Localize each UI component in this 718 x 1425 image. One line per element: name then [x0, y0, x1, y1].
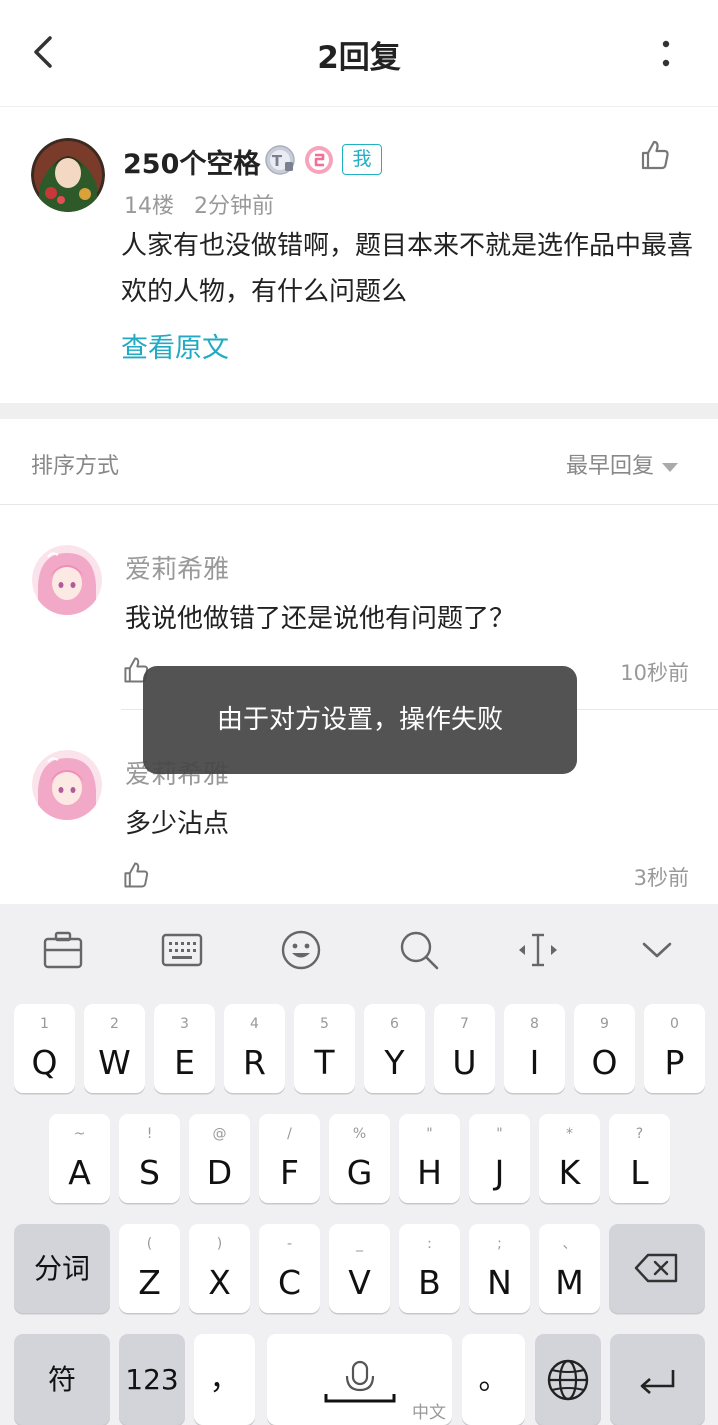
key-s[interactable]: ! S — [119, 1114, 180, 1203]
key-n[interactable]: ; N — [469, 1224, 530, 1313]
key-x[interactable]: ) X — [189, 1224, 250, 1313]
reply-content: 多少沾点 — [125, 809, 230, 839]
input-language-label: 中文 — [412, 1403, 446, 1423]
page-title: 2回复 — [317, 40, 401, 76]
key-g[interactable]: % G — [329, 1114, 390, 1203]
backspace-icon — [634, 1253, 678, 1283]
language-key[interactable] — [535, 1334, 601, 1425]
more-options-icon[interactable] — [648, 34, 684, 74]
key-u[interactable]: 7U — [434, 1004, 495, 1093]
key-p[interactable]: 0P — [644, 1004, 705, 1093]
key-m[interactable]: 、 M — [539, 1224, 600, 1313]
key-k[interactable]: * K — [539, 1114, 600, 1203]
reply-content: 我说他做错了还是说他有问题了？ — [125, 604, 516, 634]
key-z[interactable]: (Z — [119, 1224, 180, 1313]
thumbs-up-icon[interactable] — [121, 860, 151, 890]
key-h[interactable]: " H — [399, 1114, 460, 1203]
key-a[interactable]: ~ A — [49, 1114, 110, 1203]
search-icon[interactable] — [397, 928, 441, 972]
key-e[interactable]: 3E — [154, 1004, 215, 1093]
post-time: 2分钟前 — [194, 194, 274, 219]
numbers-key[interactable]: 123 — [119, 1334, 185, 1425]
avatar[interactable] — [32, 750, 102, 820]
reply-time: 10秒前 — [620, 661, 689, 685]
cursor-move-icon[interactable] — [516, 928, 560, 972]
collapse-keyboard-icon[interactable] — [635, 928, 679, 972]
key-f[interactable]: / F — [259, 1114, 320, 1203]
space-key[interactable]: 中文 — [267, 1334, 452, 1425]
key-c[interactable]: -C — [259, 1224, 320, 1313]
post-content: 人家有也没做错啊，题目本来不就是选作品中最喜欢的人物，有什么问题么 — [121, 231, 694, 307]
level-badge-icon: T — [265, 145, 295, 175]
sort-dropdown[interactable]: 最早回复 — [566, 448, 679, 480]
key-y[interactable]: 6Y — [364, 1004, 425, 1093]
bilibili-badge-icon — [305, 146, 333, 174]
soft-keyboard: 1Q 2W 3E 4R 5T 6Y 7U 8I 9O 0P ~ A ! S @ D /… — [0, 904, 718, 1425]
avatar[interactable] — [31, 138, 105, 212]
enter-icon — [640, 1370, 675, 1394]
section-divider — [0, 403, 718, 419]
sort-value: 最早回复 — [566, 454, 655, 479]
enter-key[interactable] — [610, 1334, 705, 1425]
post-author-name[interactable]: 250个空格 — [123, 142, 260, 181]
avatar[interactable] — [32, 545, 102, 615]
microphone-icon — [324, 1360, 396, 1403]
key-q[interactable]: 1Q — [14, 1004, 75, 1093]
key-t[interactable]: 5T — [294, 1004, 355, 1093]
key-o[interactable]: 9O — [574, 1004, 635, 1093]
comma-key[interactable]: ， — [194, 1334, 255, 1425]
view-original-link[interactable]: 查看原文 — [121, 326, 229, 365]
segment-key[interactable]: 分词 — [14, 1224, 110, 1313]
key-l[interactable]: ? L — [609, 1114, 670, 1203]
emoji-icon[interactable] — [279, 928, 323, 972]
reply-author-name[interactable]: 爱莉希雅 — [125, 549, 229, 586]
toast-message: 由于对方设置，操作失败 — [143, 666, 577, 774]
me-badge: 我 — [342, 144, 382, 175]
sort-label: 排序方式 — [31, 454, 120, 479]
thumbs-up-icon[interactable] — [638, 138, 672, 172]
keyboard-layout-icon[interactable] — [160, 928, 204, 972]
period-key[interactable]: 。 — [462, 1334, 525, 1425]
main-post: 250个空格 T 我 14楼 2分钟前 人家有也没做错啊，题目本来不就是选作品中最… — [0, 108, 718, 403]
top-bar: 2回复 — [0, 0, 718, 107]
backspace-key[interactable] — [609, 1224, 705, 1313]
key-j[interactable]: " J — [469, 1114, 530, 1203]
dropdown-arrow-icon — [662, 462, 679, 472]
symbols-key[interactable]: 符 — [14, 1334, 110, 1425]
floor-number: 14楼 — [124, 194, 174, 219]
key-i[interactable]: 8I — [504, 1004, 565, 1093]
reply-time: 3秒前 — [633, 866, 689, 890]
key-w[interactable]: 2W — [84, 1004, 145, 1093]
globe-icon — [547, 1359, 589, 1401]
key-d[interactable]: @ D — [189, 1114, 250, 1203]
key-b[interactable]: :B — [399, 1224, 460, 1313]
sort-bar: 排序方式 最早回复 — [0, 419, 718, 505]
key-r[interactable]: 4R — [224, 1004, 285, 1093]
keyboard-toolbar — [0, 904, 718, 996]
post-meta: 14楼 2分钟前 — [124, 188, 274, 220]
svg-text:T: T — [272, 152, 283, 170]
clipboard-icon[interactable] — [41, 928, 85, 972]
key-v[interactable]: _ V — [329, 1224, 390, 1313]
